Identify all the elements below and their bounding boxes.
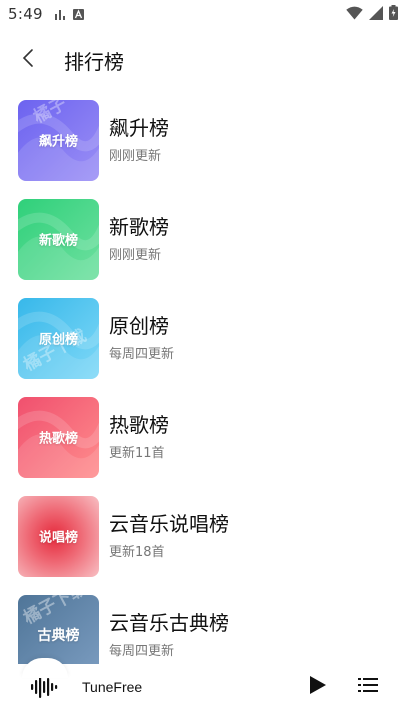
chart-item-surge[interactable]: 橘子 飙升榜 飙升榜 刚刚更新 [0, 90, 406, 190]
chart-item-hot[interactable]: 热歌榜 热歌榜 更新11首 [0, 387, 406, 487]
item-text: 新歌榜 刚刚更新 [109, 214, 169, 264]
mini-player[interactable]: TuneFree [0, 658, 406, 710]
chart-cover: 橘子 飙升榜 [18, 99, 99, 181]
app-header: 排行榜 [0, 38, 406, 82]
chart-item-new[interactable]: 新歌榜 新歌榜 刚刚更新 [0, 189, 406, 289]
chart-title: 云音乐古典榜 [109, 611, 229, 635]
chart-subtitle: 更新11首 [109, 446, 165, 461]
cover-label: 说唱榜 [38, 530, 78, 546]
chart-cover: 橘子下载 古典榜 [18, 594, 99, 664]
cover-label: 飙升榜 [38, 134, 78, 150]
status-right-icons [346, 4, 398, 24]
item-text: 飙升榜 刚刚更新 [109, 115, 169, 165]
chart-item-original[interactable]: 橘子下载 原创榜 原创榜 每周四更新 [0, 288, 406, 388]
chart-title: 原创榜 [109, 314, 169, 338]
status-time: 5:49 [8, 5, 43, 23]
item-text: 云音乐说唱榜 更新18首 [109, 511, 229, 561]
chart-item-rap[interactable]: 说唱榜 云音乐说唱榜 更新18首 [0, 486, 406, 586]
chart-list[interactable]: 橘子 飙升榜 飙升榜 刚刚更新 新歌榜 新歌榜 刚刚更新 橘子下载 原创榜 原创… [0, 90, 406, 664]
play-icon [309, 675, 327, 699]
playlist-button[interactable] [354, 673, 382, 701]
battery-icon [389, 4, 398, 24]
back-button[interactable] [0, 38, 56, 82]
cover-label: 古典榜 [37, 628, 80, 644]
status-left-icons [54, 5, 84, 24]
chart-subtitle: 每周四更新 [109, 644, 175, 659]
chart-subtitle: 刚刚更新 [109, 149, 162, 164]
chart-cover: 橘子下载 原创榜 [18, 297, 99, 379]
play-button[interactable] [304, 673, 332, 701]
cover-label: 新歌榜 [38, 233, 78, 249]
chart-subtitle: 刚刚更新 [109, 248, 162, 263]
text-a-icon [72, 5, 84, 24]
cell-signal-icon [369, 5, 383, 24]
cover-label: 原创榜 [38, 332, 78, 348]
item-text: 云音乐古典榜 每周四更新 [109, 610, 229, 660]
chart-title: 飙升榜 [109, 116, 169, 140]
chevron-left-icon [22, 48, 34, 72]
chart-subtitle: 更新18首 [109, 545, 165, 560]
chart-cover: 新歌榜 [18, 198, 99, 280]
sound-wave-icon [30, 675, 60, 699]
chart-cover: 说唱榜 [18, 495, 99, 577]
watermark: 橘子下载 [20, 594, 90, 628]
item-text: 热歌榜 更新11首 [109, 412, 169, 462]
page-title: 排行榜 [64, 49, 124, 74]
cover-label: 热歌榜 [38, 431, 78, 447]
chart-title: 云音乐说唱榜 [109, 512, 229, 536]
chart-title: 热歌榜 [109, 413, 169, 437]
track-name[interactable]: TuneFree [82, 679, 142, 695]
chart-title: 新歌榜 [109, 215, 169, 239]
home-indicator [0, 714, 406, 723]
chart-subtitle: 每周四更新 [109, 347, 175, 362]
chart-cover: 热歌榜 [18, 396, 99, 478]
chart-item-classical[interactable]: 橘子下载 古典榜 云音乐古典榜 每周四更新 [0, 585, 406, 664]
playlist-icon [358, 677, 378, 697]
wifi-icon [346, 5, 363, 24]
status-bar: 5:49 [0, 0, 406, 28]
signal-bars-icon [54, 5, 65, 24]
item-text: 原创榜 每周四更新 [109, 313, 174, 363]
